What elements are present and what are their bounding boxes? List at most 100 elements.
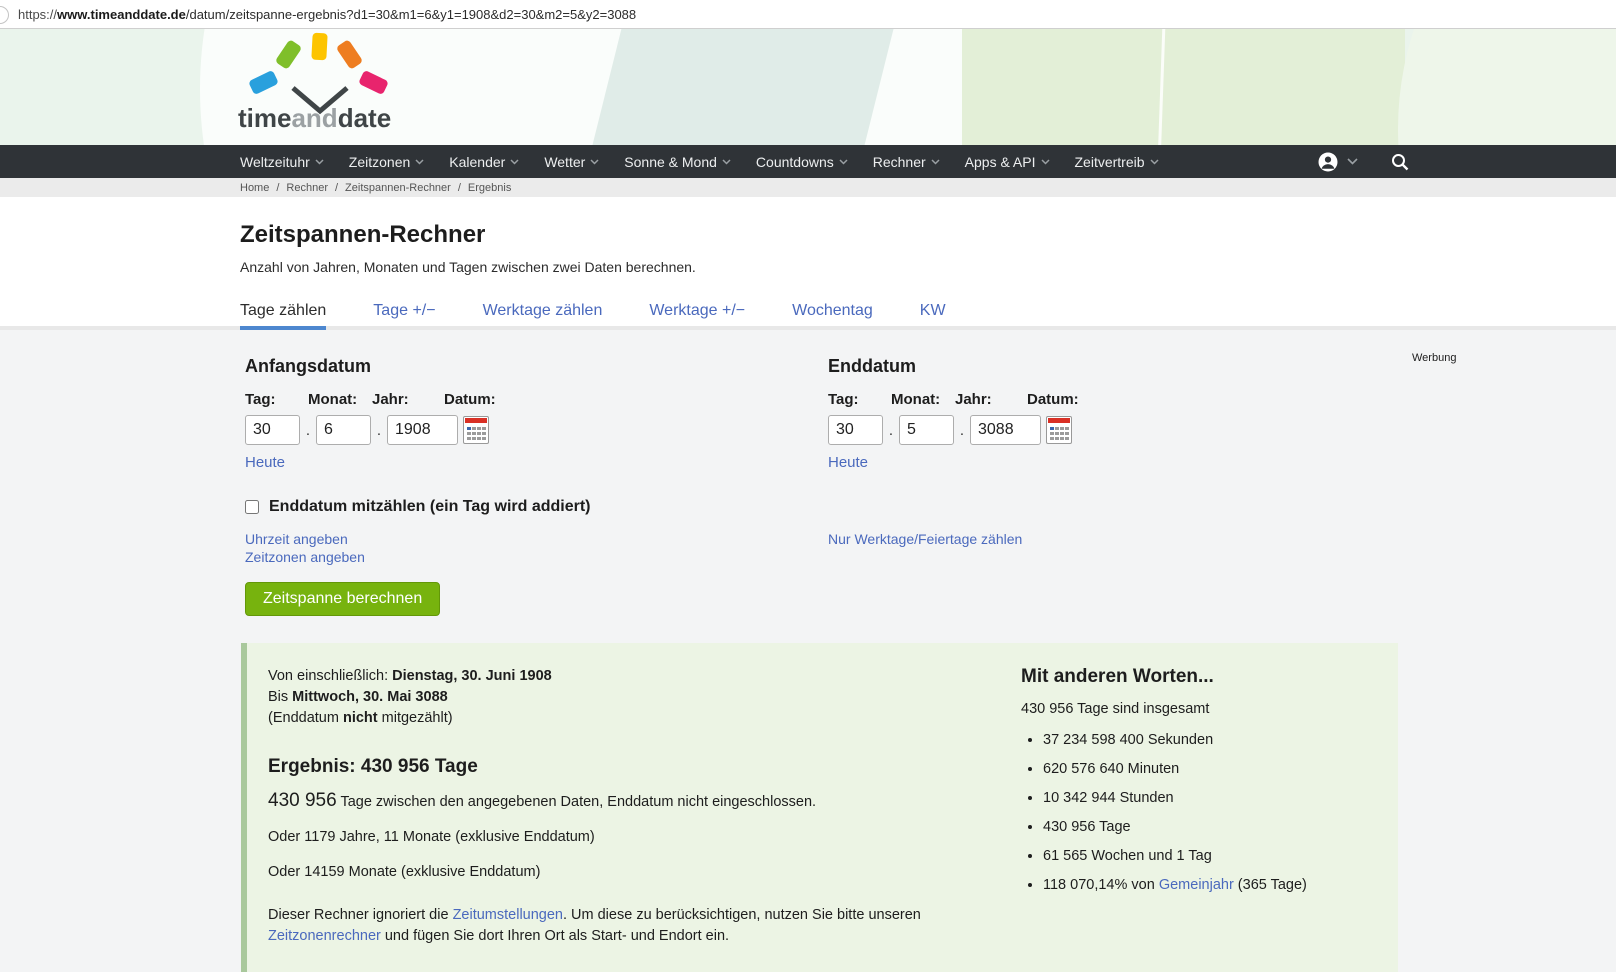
option-links-right: Nur Werktage/Feiertage zählen: [828, 531, 1616, 565]
disclaimer-text: Dieser Rechner ignoriert die: [268, 907, 453, 923]
result-to-label: Bis: [268, 689, 292, 705]
nav-item-rechner[interactable]: Rechner: [873, 154, 940, 170]
chevron-down-icon: [1150, 159, 1159, 165]
common-year-link[interactable]: Gemeinjahr: [1159, 877, 1234, 893]
nav-item-zeitvertreib[interactable]: Zeitvertreib: [1075, 154, 1159, 170]
tab-werktage-plusminus[interactable]: Werktage +/−: [649, 302, 745, 330]
result-note-bold: nicht: [343, 710, 378, 726]
breadcrumb-zeitspannen-rechner[interactable]: Zeitspannen-Rechner: [345, 182, 451, 194]
date-dot: .: [371, 422, 387, 439]
search-icon[interactable]: [1391, 153, 1409, 171]
nav-item-wetter[interactable]: Wetter: [544, 154, 599, 170]
chevron-down-icon: [722, 159, 731, 165]
dst-link[interactable]: Zeitumstellungen: [453, 907, 563, 923]
breadcrumb-rechner[interactable]: Rechner: [286, 182, 328, 194]
breadcrumb-home[interactable]: Home: [240, 182, 269, 194]
percent-suffix: (365 Tage): [1234, 877, 1307, 893]
nav-item-zeitzonen[interactable]: Zeitzonen: [349, 154, 424, 170]
nav-label: Zeitzonen: [349, 154, 410, 170]
end-day-input[interactable]: [828, 415, 883, 445]
logo-tile-orange: [336, 39, 364, 70]
page: https://www.timeanddate.de/datum/zeitspa…: [0, 0, 1616, 972]
calendar-icon[interactable]: [1046, 416, 1072, 444]
breadcrumb-separator: /: [458, 182, 461, 194]
tab-werktage-zaehlen[interactable]: Werktage zählen: [483, 302, 603, 330]
nav-item-sonne-mond[interactable]: Sonne & Mond: [624, 154, 731, 170]
end-date-heading: Enddatum: [828, 356, 1616, 377]
tab-kw[interactable]: KW: [920, 302, 946, 330]
calendar-icon-bar: [465, 418, 487, 423]
specify-time-link[interactable]: Uhrzeit angeben: [245, 531, 828, 547]
end-year-input[interactable]: [970, 415, 1041, 445]
nav-label: Apps & API: [965, 154, 1036, 170]
timeanddate-logo[interactable]: timeanddate: [238, 39, 408, 139]
disclaimer-text: und fügen Sie dort Ihren Ort als Start- …: [381, 928, 729, 944]
list-item-percent: 118 070,14% von Gemeinjahr (365 Tage): [1043, 877, 1307, 893]
nav-label: Countdowns: [756, 154, 834, 170]
calendar-icon[interactable]: [463, 416, 489, 444]
other-words-intro: 430 956 Tage sind insgesamt: [1021, 701, 1307, 717]
include-end-date-row: Enddatum mitzählen (ein Tag wird addiert…: [245, 498, 1616, 516]
logo-word-and: and: [291, 103, 337, 133]
url-path: /datum/zeitspanne-ergebnis?d1=30&m1=6&y1…: [186, 7, 636, 22]
nav-item-weltzeituhr[interactable]: Weltzeituhr: [240, 154, 324, 170]
chevron-down-icon: [510, 159, 519, 165]
start-date-labels: Tag: Monat: Jahr: Datum:: [245, 391, 828, 408]
browser-url-bar[interactable]: https://www.timeanddate.de/datum/zeitspa…: [0, 0, 1616, 29]
tab-tage-plusminus[interactable]: Tage +/−: [373, 302, 435, 330]
main-nav: Weltzeituhr Zeitzonen Kalender Wetter So…: [0, 145, 1616, 178]
nav-item-countdowns[interactable]: Countdowns: [756, 154, 848, 170]
date-span-form: Anfangsdatum Tag: Monat: Jahr: Datum: . …: [245, 356, 1616, 616]
tab-tage-zaehlen[interactable]: Tage zählen: [240, 302, 326, 330]
nav-label: Sonne & Mond: [624, 154, 717, 170]
include-end-date-checkbox[interactable]: [245, 500, 259, 514]
result-from-line: Von einschließlich: Dienstag, 30. Juni 1…: [268, 666, 987, 687]
date-dot: .: [300, 422, 316, 439]
list-item-minutes: 620 576 640 Minuten: [1043, 761, 1307, 777]
end-month-input[interactable]: [899, 415, 954, 445]
start-day-input[interactable]: [245, 415, 300, 445]
chevron-down-icon: [839, 159, 848, 165]
option-links-left: Uhrzeit angeben Zeitzonen angeben: [245, 531, 828, 565]
calculate-button[interactable]: Zeitspanne berechnen: [245, 582, 440, 616]
breadcrumb-separator: /: [335, 182, 338, 194]
tabs-row: Tage zählen Tage +/− Werktage zählen Wer…: [240, 302, 1616, 330]
logo-word-date: date: [338, 103, 391, 133]
end-date-inputs: . .: [828, 415, 1616, 445]
account-icon[interactable]: [1318, 152, 1338, 172]
breadcrumb: Home / Rechner / Zeitspannen-Rechner / E…: [0, 178, 1616, 197]
tab-wochentag[interactable]: Wochentag: [792, 302, 873, 330]
browser-page-icon: [0, 6, 9, 24]
logo-tile-blue: [248, 70, 279, 95]
result-note-line: (Enddatum nicht mitgezählt): [268, 708, 987, 729]
header-decor-band-teal: [580, 29, 899, 145]
end-today-link[interactable]: Heute: [828, 454, 868, 471]
start-today-link[interactable]: Heute: [245, 454, 285, 471]
list-item-hours: 10 342 944 Stunden: [1043, 790, 1307, 806]
date-dot: .: [883, 422, 899, 439]
timezone-calculator-link[interactable]: Zeitzonenrechner: [268, 928, 381, 944]
specify-timezones-link[interactable]: Zeitzonen angeben: [245, 549, 828, 565]
start-year-input[interactable]: [387, 415, 458, 445]
year-label: Jahr:: [372, 391, 444, 408]
breadcrumb-ergebnis[interactable]: Ergebnis: [468, 182, 511, 194]
nav-item-kalender[interactable]: Kalender: [449, 154, 519, 170]
chevron-down-icon[interactable]: [1347, 158, 1358, 165]
date-label: Datum:: [1027, 391, 1079, 408]
nav-label: Kalender: [449, 154, 505, 170]
result-days-rest: Tage zwischen den angegebenen Daten, End…: [337, 794, 816, 810]
start-month-input[interactable]: [316, 415, 371, 445]
logo-tile-pink: [358, 70, 389, 95]
submit-row: Zeitspanne berechnen: [245, 582, 1616, 616]
year-label: Jahr:: [955, 391, 1027, 408]
start-date-inputs: . .: [245, 415, 828, 445]
page-head: Zeitspannen-Rechner Anzahl von Jahren, M…: [0, 197, 1616, 330]
result-days-line: 430 956 Tage zwischen den angegebenen Da…: [268, 790, 987, 813]
calendar-icon-bar: [1048, 418, 1070, 423]
workdays-only-link[interactable]: Nur Werktage/Feiertage zählen: [828, 531, 1022, 547]
nav-label: Wetter: [544, 154, 585, 170]
result-note-post: mitgezählt): [378, 710, 453, 726]
date-dot: .: [954, 422, 970, 439]
header-decor-band-green: [962, 29, 1405, 145]
nav-item-apps-api[interactable]: Apps & API: [965, 154, 1050, 170]
